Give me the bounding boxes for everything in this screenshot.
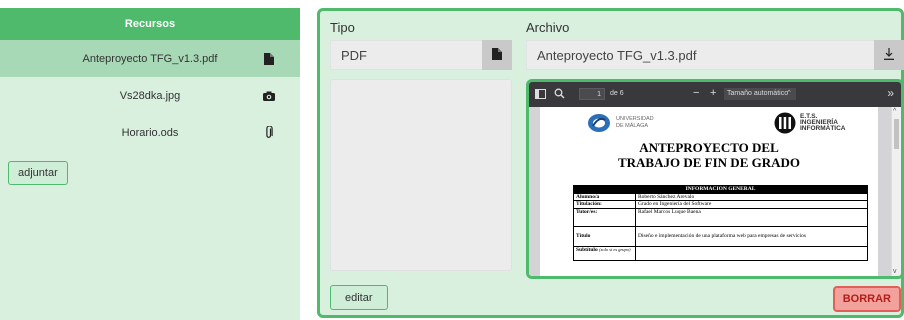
- doc-title-line1: ANTEPROYECTO DEL: [639, 140, 779, 155]
- archivo-label: Archivo: [526, 20, 570, 35]
- resource-item-label: Horario.ods: [121, 126, 179, 139]
- table-cell-key: Título: [573, 225, 636, 247]
- attach-button[interactable]: adjuntar: [8, 161, 68, 185]
- tipo-label: Tipo: [330, 20, 355, 35]
- etsi-line3: INFORMÁTICA: [800, 125, 846, 132]
- chevron-down-icon: ⌃: [786, 90, 792, 97]
- uma-line1: UNIVERSIDAD: [616, 116, 654, 122]
- zoom-out-button[interactable]: −: [693, 87, 699, 99]
- resource-item-pdf[interactable]: Anteproyecto TFG_v1.3.pdf: [0, 40, 300, 77]
- tipo-field[interactable]: PDF: [330, 40, 512, 70]
- etsi-logo: [772, 112, 798, 139]
- resource-item-label: Anteproyecto TFG_v1.3.pdf: [82, 52, 218, 65]
- scroll-up-icon[interactable]: ^: [893, 108, 896, 115]
- subtitle-note: (solo si es grupo): [599, 246, 631, 252]
- table-cell-key: Tutor/es:: [573, 207, 636, 227]
- scroll-down-icon[interactable]: v: [893, 268, 897, 275]
- subtitle-key: Subtítulo: [576, 246, 598, 253]
- edit-button[interactable]: editar: [330, 285, 388, 310]
- table-row: Tutor/es: Rafael Marcos Luque Baena: [573, 207, 868, 227]
- resources-panel: Recursos Anteproyecto TFG_v1.3.pdf Vs28d…: [0, 8, 300, 320]
- zoom-select[interactable]: Tamaño automático ⌃: [724, 88, 796, 100]
- delete-button[interactable]: BORRAR: [832, 286, 901, 312]
- pdf-scrollbar[interactable]: ^ v: [891, 107, 901, 276]
- resource-editor: Tipo Archivo PDF Anteproyecto TFG_v1.3.p…: [317, 8, 904, 318]
- table-cell-value: Rafael Marcos Luque Baena: [635, 207, 868, 227]
- table-cell-value: Diseño e implementación de una plataform…: [635, 225, 868, 247]
- table-row: Titulación: Grado en Ingeniería del Soft…: [573, 200, 868, 209]
- download-icon: [884, 47, 894, 63]
- pdf-toolbar: 1 de 6 − + Tamaño automático ⌃ »: [529, 82, 901, 107]
- page-count: de 6: [610, 90, 624, 97]
- file-icon: [492, 47, 502, 63]
- pdf-canvas[interactable]: UNIVERSIDAD DE MÁLAGA E.T.S. INGENIERÍA …: [529, 107, 901, 276]
- archivo-field[interactable]: Anteproyecto TFG_v1.3.pdf: [526, 40, 904, 70]
- paperclip-icon: [263, 126, 275, 140]
- app-root: Recursos Anteproyecto TFG_v1.3.pdf Vs28d…: [0, 0, 904, 320]
- table-row: Subtítulo (solo si es grupo): [573, 245, 868, 261]
- search-icon[interactable]: [554, 88, 565, 101]
- uma-logo: [586, 113, 612, 138]
- resources-header: Recursos: [0, 8, 300, 40]
- pdf-page: UNIVERSIDAD DE MÁLAGA E.T.S. INGENIERÍA …: [540, 107, 878, 276]
- table-cell-value: [635, 245, 868, 261]
- table-cell-key: Alumno/a: [573, 192, 636, 201]
- more-tools-button[interactable]: »: [887, 86, 894, 100]
- resource-item-ods[interactable]: Horario.ods: [0, 114, 300, 151]
- table-row: Alumno/a Roberto Sánchez Arevalo: [573, 192, 868, 201]
- zoom-select-value: Tamaño automático: [727, 90, 789, 97]
- file-type-button[interactable]: [482, 40, 512, 70]
- pdf-viewer[interactable]: 1 de 6 − + Tamaño automático ⌃ » UNIVERS…: [526, 79, 904, 279]
- zoom-in-button[interactable]: +: [710, 87, 716, 99]
- doc-title-line2: TRABAJO DE FIN DE GRADO: [617, 155, 800, 170]
- camera-icon: [263, 89, 275, 103]
- resource-item-label: Vs28dka.jpg: [119, 89, 181, 102]
- table-cell-value: Roberto Sánchez Arevalo: [635, 192, 868, 201]
- page-number-input[interactable]: 1: [579, 88, 605, 100]
- table-row: Título Diseño e implementación de una pl…: [573, 225, 868, 247]
- table-cell-key: Titulación:: [573, 200, 636, 209]
- scroll-thumb[interactable]: [894, 119, 899, 149]
- table-cell-key: Subtítulo (solo si es grupo): [573, 245, 636, 261]
- download-button[interactable]: [874, 40, 904, 70]
- tipo-value: PDF: [341, 47, 367, 63]
- archivo-value: Anteproyecto TFG_v1.3.pdf: [537, 47, 697, 63]
- resource-item-jpg[interactable]: Vs28dka.jpg: [0, 77, 300, 114]
- info-table-header: INFORMACION GENERAL: [573, 185, 868, 194]
- sidebar-toggle-icon[interactable]: [535, 89, 546, 99]
- info-table: INFORMACION GENERAL Alumno/a Roberto Sán…: [573, 185, 868, 261]
- uma-line2: DE MÁLAGA: [616, 123, 649, 129]
- table-cell-value: Grado en Ingeniería del Software: [635, 200, 868, 209]
- file-icon: [263, 52, 275, 66]
- preview-placeholder: [330, 79, 512, 271]
